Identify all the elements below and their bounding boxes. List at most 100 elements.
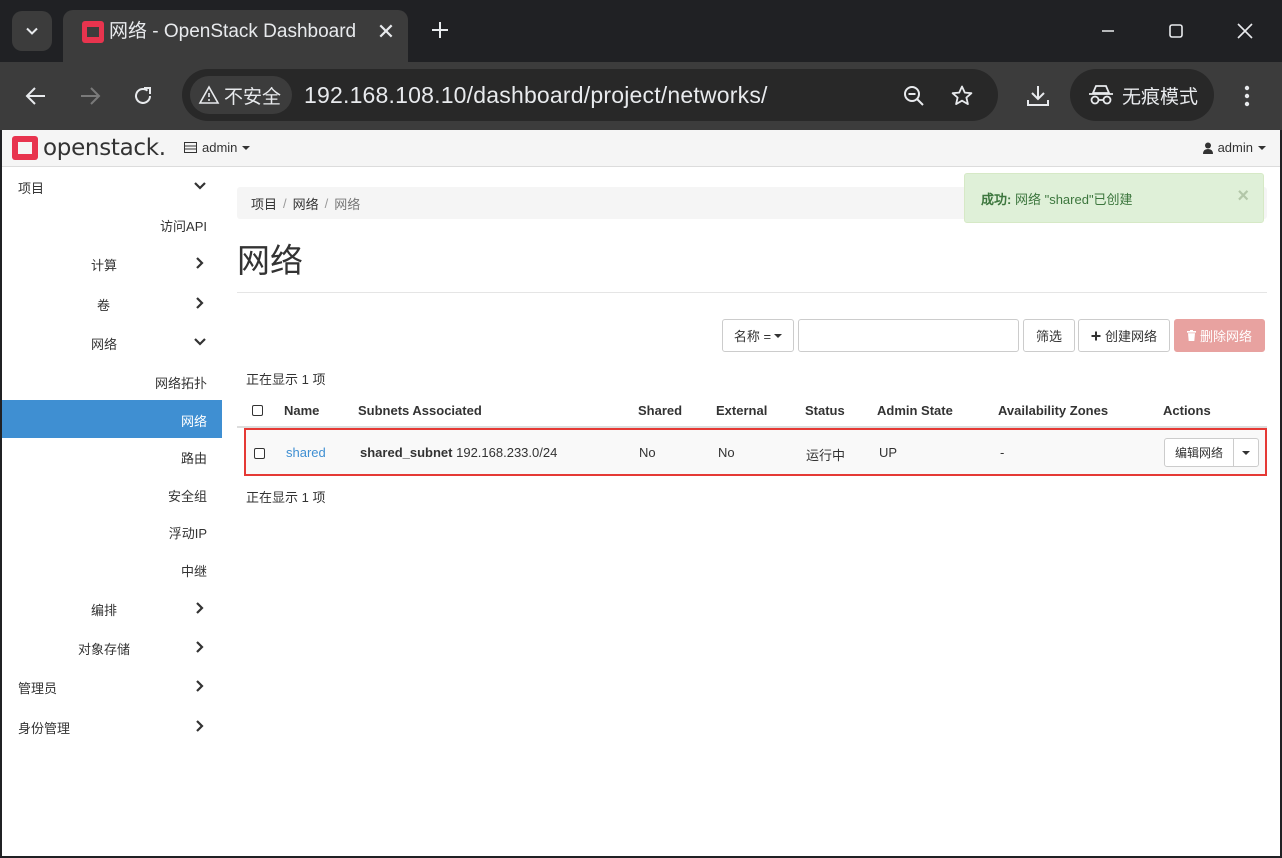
sidebar-item-project[interactable]: 项目 bbox=[2, 167, 222, 205]
active-tab[interactable]: 网络 - OpenStack Dashboard ✕ bbox=[63, 10, 408, 62]
chevron-right-icon bbox=[196, 680, 204, 692]
row-actions: 编辑网络 bbox=[1164, 438, 1259, 467]
back-button[interactable] bbox=[16, 76, 56, 116]
column-header-admin-state[interactable]: Admin State bbox=[877, 403, 953, 418]
delete-network-button[interactable]: 删除网络 bbox=[1174, 319, 1265, 352]
openstack-favicon-icon bbox=[82, 21, 104, 43]
availability-zones-cell: - bbox=[1000, 445, 1005, 460]
sidebar-item-label: 编排 bbox=[91, 603, 118, 618]
item-count-top: 正在显示 1 项 bbox=[246, 372, 326, 387]
network-name-link[interactable]: shared bbox=[286, 445, 326, 460]
column-header-external[interactable]: External bbox=[716, 403, 767, 418]
caret-down-icon bbox=[1242, 450, 1250, 455]
create-network-button[interactable]: 创建网络 bbox=[1078, 319, 1170, 352]
downloads-button[interactable] bbox=[1022, 80, 1054, 112]
sidebar-item-compute[interactable]: 计算 bbox=[2, 244, 222, 282]
sidebar-item-network-group[interactable]: 网络 bbox=[2, 323, 222, 361]
sidebar-item-label: 路由 bbox=[180, 451, 207, 466]
warning-icon bbox=[198, 85, 220, 104]
sidebar-item-access-api[interactable]: 访问API bbox=[2, 205, 222, 243]
security-label: 不安全 bbox=[224, 86, 282, 108]
filter-button[interactable]: 筛选 bbox=[1023, 319, 1075, 352]
browser-menu-button[interactable] bbox=[1232, 80, 1262, 112]
forward-button[interactable] bbox=[70, 76, 110, 116]
column-header-shared[interactable]: Shared bbox=[638, 403, 682, 418]
close-window-button[interactable] bbox=[1225, 14, 1265, 48]
breadcrumb-separator: / bbox=[324, 195, 329, 211]
filter-button-label: 筛选 bbox=[1035, 329, 1062, 344]
new-tab-button[interactable] bbox=[424, 14, 456, 46]
caret-down-icon bbox=[774, 333, 783, 338]
sidebar-item-network-topology[interactable]: 网络拓扑 bbox=[2, 362, 222, 400]
minimize-icon bbox=[1102, 30, 1114, 32]
filter-input[interactable] bbox=[798, 319, 1019, 352]
alert-title: 成功: bbox=[981, 192, 1012, 207]
url-text[interactable]: 192.168.108.10/dashboard/project/network… bbox=[304, 82, 768, 109]
subnets-cell: shared_subnet 192.168.233.0/24 bbox=[360, 445, 557, 460]
tab-close-icon[interactable]: ✕ bbox=[373, 19, 399, 45]
breadcrumb-separator: / bbox=[283, 195, 287, 211]
reload-button[interactable] bbox=[123, 76, 163, 116]
sidebar-item-admin[interactable]: 管理员 bbox=[2, 667, 222, 705]
alert-close-icon[interactable]: × bbox=[1237, 186, 1249, 206]
column-header-status[interactable]: Status bbox=[805, 403, 845, 418]
security-chip[interactable]: 不安全 bbox=[190, 76, 292, 114]
chevron-right-icon bbox=[196, 257, 204, 269]
row-actions-dropdown[interactable] bbox=[1234, 439, 1258, 466]
project-selector[interactable]: admin bbox=[184, 140, 251, 155]
zoom-out-icon bbox=[904, 86, 924, 106]
bookmark-button[interactable] bbox=[948, 82, 976, 110]
more-vertical-icon bbox=[1244, 85, 1250, 107]
subnet-cidr: 192.168.233.0/24 bbox=[456, 445, 558, 460]
incognito-indicator[interactable]: 无痕模式 bbox=[1070, 69, 1214, 121]
sidebar-item-label: 对象存储 bbox=[78, 642, 131, 657]
edit-network-button[interactable]: 编辑网络 bbox=[1165, 439, 1234, 466]
minimize-button[interactable] bbox=[1088, 14, 1128, 48]
reload-icon bbox=[135, 87, 151, 104]
project-name: admin bbox=[202, 140, 238, 155]
select-all-checkbox[interactable] bbox=[252, 405, 263, 416]
breadcrumb-item[interactable]: 网络 bbox=[293, 194, 319, 213]
zoom-button[interactable] bbox=[900, 82, 928, 110]
breadcrumb-item[interactable]: 项目 bbox=[251, 194, 277, 213]
sidebar-item-object-store[interactable]: 对象存储 bbox=[2, 628, 222, 666]
sidebar-item-volumes[interactable]: 卷 bbox=[2, 284, 222, 322]
caret-down-icon bbox=[242, 145, 251, 150]
sidebar-item-label: 网络 bbox=[180, 414, 207, 429]
openstack-logo[interactable]: openstack. bbox=[11, 135, 166, 161]
maximize-button[interactable] bbox=[1156, 14, 1196, 48]
tab-title: 网络 - OpenStack Dashboard bbox=[109, 21, 357, 42]
filter-field-label: 名称 = bbox=[733, 329, 772, 344]
sidebar-item-trunks[interactable]: 中继 bbox=[2, 550, 222, 588]
page-viewport: openstack. admin admin 项目 访问API 计算 卷 网络 … bbox=[2, 130, 1280, 856]
sidebar-item-networks[interactable]: 网络 bbox=[2, 400, 222, 438]
user-menu[interactable]: admin bbox=[1202, 140, 1266, 155]
sidebar-item-label: 项目 bbox=[18, 181, 45, 196]
page-title: 网络 bbox=[237, 242, 303, 279]
user-name: admin bbox=[1217, 140, 1253, 155]
column-header-subnets[interactable]: Subnets Associated bbox=[358, 403, 482, 418]
incognito-icon bbox=[1089, 85, 1113, 105]
top-navbar: openstack. admin admin bbox=[2, 130, 1280, 167]
column-header-name[interactable]: Name bbox=[284, 403, 319, 418]
logo-text: openstack. bbox=[43, 135, 166, 161]
sidebar-item-floating-ips[interactable]: 浮动IP bbox=[2, 512, 222, 550]
sidebar-item-identity[interactable]: 身份管理 bbox=[2, 707, 222, 745]
sidebar-item-routers[interactable]: 路由 bbox=[2, 437, 222, 475]
address-bar[interactable]: 不安全 192.168.108.10/dashboard/project/net… bbox=[182, 69, 998, 121]
close-icon bbox=[1237, 23, 1253, 39]
status-cell: 运行中 bbox=[806, 448, 846, 463]
row-checkbox[interactable] bbox=[254, 448, 265, 459]
tab-search-button[interactable] bbox=[12, 11, 52, 51]
admin-state-cell: UP bbox=[879, 445, 898, 460]
sidebar-item-security-groups[interactable]: 安全组 bbox=[2, 475, 222, 513]
breadcrumb-current: 网络 bbox=[334, 196, 361, 212]
column-header-availability-zones[interactable]: Availability Zones bbox=[998, 403, 1108, 418]
sidebar-item-label: 身份管理 bbox=[18, 721, 71, 736]
chevron-down-icon bbox=[26, 27, 38, 35]
chevron-down-icon bbox=[194, 182, 206, 190]
filter-field-select[interactable]: 名称 = bbox=[722, 319, 794, 352]
user-icon bbox=[1202, 142, 1213, 154]
sidebar-item-orchestration[interactable]: 编排 bbox=[2, 589, 222, 627]
chevron-right-icon bbox=[196, 602, 204, 614]
